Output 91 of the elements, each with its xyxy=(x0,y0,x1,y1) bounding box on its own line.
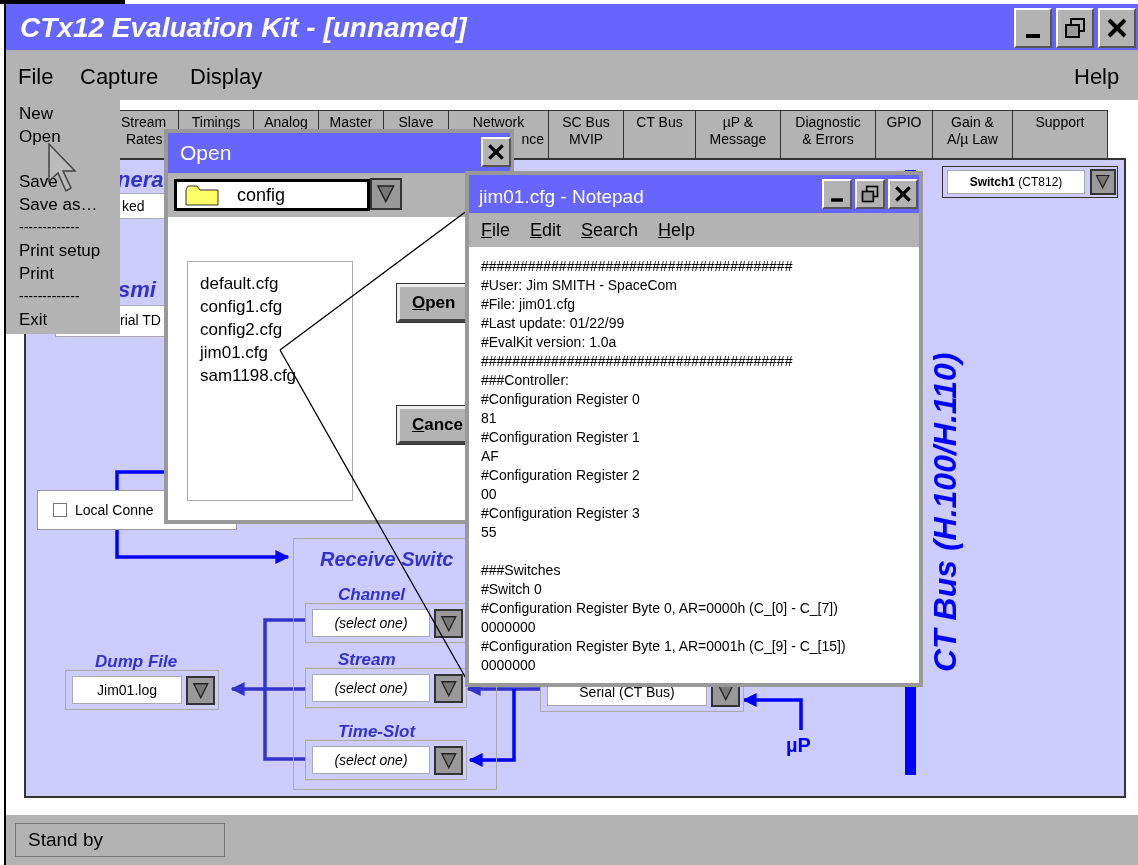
bus-label: CT Bus (H.100/H.110) xyxy=(927,352,963,672)
down-triangle-icon xyxy=(1095,174,1111,190)
close-icon xyxy=(893,184,913,204)
restore-icon xyxy=(1063,16,1087,40)
menu-item[interactable]: Help xyxy=(1074,64,1120,90)
window-title: jim01.cfg - Notepad xyxy=(479,185,644,209)
text-line: #Configuration Register 2 xyxy=(481,466,641,485)
tab[interactable]: GPIO xyxy=(875,110,933,159)
down-triangle-icon xyxy=(376,184,396,204)
text-line: ###Switches xyxy=(481,561,562,580)
down-triangle-icon xyxy=(439,679,458,698)
list-item[interactable]: config1.cfg xyxy=(200,295,352,318)
menu-item[interactable]: Display xyxy=(190,64,263,90)
text-line: ######################################## xyxy=(481,257,794,276)
text-line: 0000000 xyxy=(481,656,537,675)
connector-arrow xyxy=(742,693,803,730)
bus-label: µP xyxy=(786,733,811,757)
tab[interactable]: SC Bus MVIP xyxy=(548,110,624,159)
list-item[interactable]: config2.cfg xyxy=(200,318,352,341)
list-item[interactable]: sam1198.cfg xyxy=(200,364,352,387)
menu-item[interactable]: Print xyxy=(19,262,120,285)
down-triangle-icon xyxy=(439,751,458,770)
dropdown-arrow-button[interactable] xyxy=(370,178,402,210)
text-line: #Configuration Register Byte 0, AR=0000h (C_[0] - C_[7]) xyxy=(481,599,839,618)
menu-item[interactable]: Save as… xyxy=(19,193,120,216)
menu-item[interactable]: Save xyxy=(19,170,120,193)
tab[interactable]: µP & Message xyxy=(695,110,781,159)
checkbox-label: Local Conne xyxy=(75,500,154,520)
text-line: 55 xyxy=(481,523,498,542)
dropdown-arrow-button[interactable] xyxy=(434,609,463,638)
menu-item[interactable]: Search xyxy=(581,216,639,244)
checkbox[interactable] xyxy=(53,503,67,517)
text-line: ###Controller: xyxy=(481,371,570,390)
menu-item[interactable]: File xyxy=(481,216,510,244)
section-title: smi xyxy=(118,277,156,303)
text-line: 0000000 xyxy=(481,618,537,637)
status-text: Stand by xyxy=(15,823,225,857)
close-button[interactable] xyxy=(1098,8,1136,48)
list-item[interactable]: jim01.cfg xyxy=(200,341,352,364)
text-line: #Configuration Register 3 xyxy=(481,504,641,523)
down-triangle-icon xyxy=(439,614,458,633)
dropdown-field[interactable]: (select one) xyxy=(312,674,430,702)
dropdown-arrow-button[interactable] xyxy=(186,676,215,705)
dropdown-arrow-button[interactable] xyxy=(434,674,463,703)
field-label: Channel xyxy=(338,585,406,605)
dropdown-field[interactable]: (select one) xyxy=(312,609,430,637)
down-triangle-icon xyxy=(191,681,210,700)
text-line: #Configuration Register 0 xyxy=(481,390,641,409)
group-title: Receive Switc xyxy=(320,547,454,571)
list-item[interactable]: default.cfg xyxy=(200,272,352,295)
menu-item[interactable]: File xyxy=(18,64,54,90)
text-line: ######################################## xyxy=(481,352,794,371)
minimize-button[interactable] xyxy=(822,179,852,209)
field-label: Time-Slot xyxy=(338,722,416,742)
dropdown-arrow-button[interactable] xyxy=(434,746,463,775)
menu-item[interactable]: Print setup xyxy=(19,239,120,262)
dialog-title: Open xyxy=(180,140,232,166)
window-title: CTx12 Evaluation Kit - [unnamed] xyxy=(20,12,467,44)
dropdown-field[interactable]: Switch1 (CT812) xyxy=(947,170,1085,194)
text-line: #EvalKit version: 1.0a xyxy=(481,333,618,352)
minimize-icon xyxy=(1026,34,1040,38)
tab[interactable]: Diagnostic & Errors xyxy=(780,110,876,159)
text-line: #Switch 0 xyxy=(481,580,543,599)
tab[interactable]: Support xyxy=(1012,110,1108,159)
text-line: 00 xyxy=(481,485,498,504)
text-line: #Configuration Register Byte 1, AR=0001h (C_[9] - C_[15]) xyxy=(481,637,846,656)
restore-button[interactable] xyxy=(855,179,885,209)
menu-separator: ------------- xyxy=(19,287,81,306)
dropdown-arrow-button[interactable] xyxy=(1090,169,1116,195)
dropdown-field[interactable]: (select one) xyxy=(312,746,430,774)
field-label: Stream xyxy=(338,650,396,670)
minimize-icon xyxy=(831,198,843,202)
tab[interactable]: CT Bus xyxy=(623,110,696,159)
restore-icon xyxy=(860,184,880,204)
dropdown-field[interactable]: Jim01.log xyxy=(72,676,182,704)
field-label: Dump File xyxy=(95,652,178,672)
close-icon xyxy=(1105,16,1129,40)
restore-button[interactable] xyxy=(1056,8,1094,48)
minimize-button[interactable] xyxy=(1014,8,1052,48)
menu-item[interactable]: Edit xyxy=(530,216,562,244)
folder-dropdown[interactable]: config xyxy=(174,179,370,211)
menu-item[interactable]: Help xyxy=(658,216,696,244)
close-button[interactable] xyxy=(888,179,918,209)
menu-separator: ------------- xyxy=(19,218,81,237)
menu-item[interactable]: Capture xyxy=(80,64,159,90)
text-line: AF xyxy=(481,447,500,466)
menu-item[interactable]: Exit xyxy=(19,308,120,331)
close-button[interactable] xyxy=(481,137,511,167)
close-icon xyxy=(486,142,506,162)
folder-icon xyxy=(185,184,219,206)
tab[interactable]: Gain & A/µ Law xyxy=(932,110,1013,159)
